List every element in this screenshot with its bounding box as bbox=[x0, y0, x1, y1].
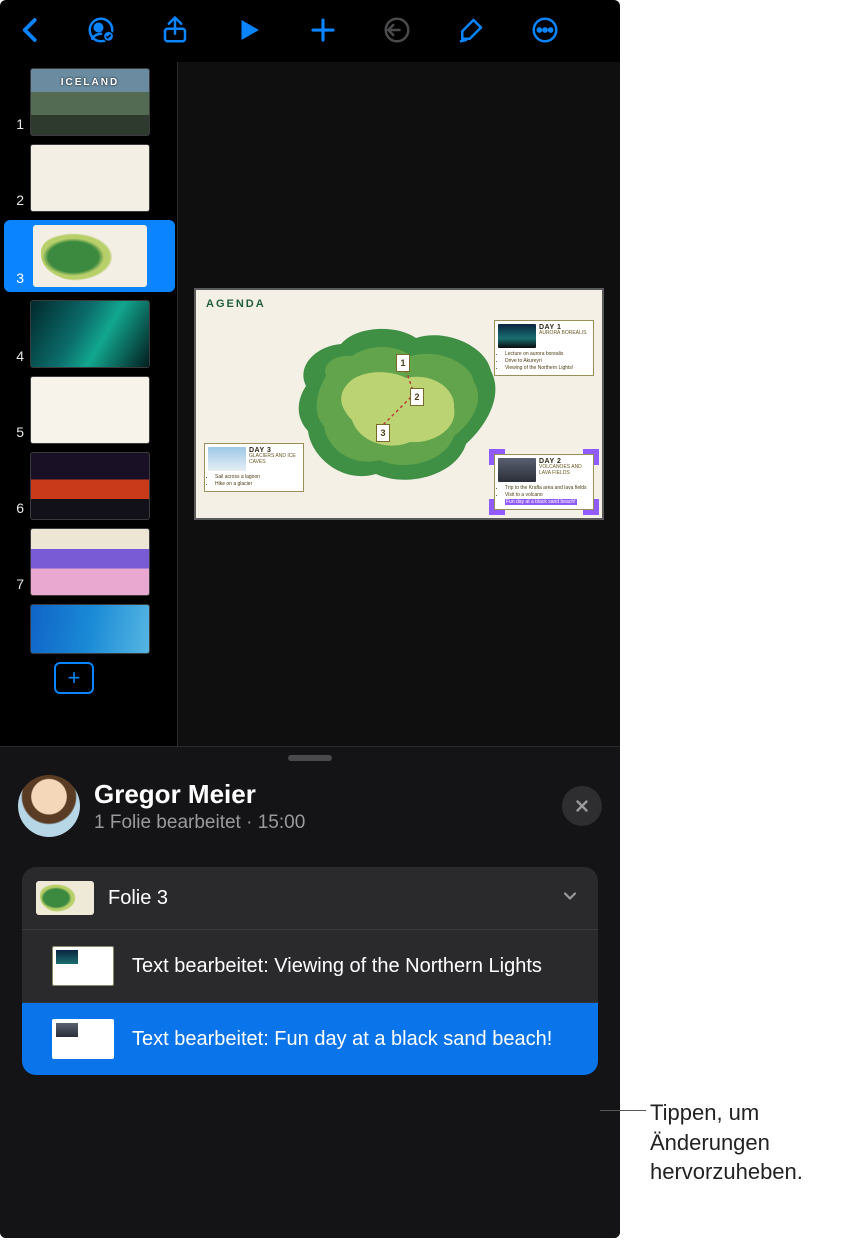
slide-thumb-1[interactable]: 1 bbox=[6, 68, 173, 136]
user-name: Gregor Meier bbox=[94, 779, 548, 810]
play-button[interactable] bbox=[232, 13, 266, 47]
change-item[interactable]: Text bearbeitet: Viewing of the Northern… bbox=[22, 930, 598, 1002]
activity-panel: Gregor Meier 1 Folie bearbeitet · 15:00 … bbox=[0, 746, 620, 1238]
format-button[interactable] bbox=[454, 13, 488, 47]
day2-card[interactable]: DAY 2 VOLCANOES AND LAVA FIELDS Trip to … bbox=[494, 454, 594, 510]
slide-title: AGENDA bbox=[206, 298, 266, 310]
slide-thumbnail[interactable] bbox=[30, 376, 150, 444]
selection-handle[interactable] bbox=[489, 449, 505, 465]
day2-bullet: Trip to the Krafla area and lava fields bbox=[505, 485, 590, 492]
change-item[interactable]: Text bearbeitet: Fun day at a black sand… bbox=[22, 1002, 598, 1075]
canvas-area[interactable]: AGENDA 1 2 3 DAY 1 AURORA BOR bbox=[178, 62, 620, 746]
slide-thumb-3[interactable]: 3 bbox=[4, 220, 175, 292]
change-text: Text bearbeitet: Viewing of the Northern… bbox=[132, 953, 542, 980]
route-marker: 3 bbox=[376, 424, 390, 442]
slide-number: 2 bbox=[6, 192, 24, 212]
day2-sub: VOLCANOES AND LAVA FIELDS bbox=[539, 465, 590, 476]
slide-thumb-8-partial[interactable] bbox=[30, 604, 173, 654]
slide-mini-thumb bbox=[36, 881, 94, 915]
day1-bullet: Viewing of the Northern Lights! bbox=[505, 365, 590, 372]
day1-bullet: Drive to Akureyri bbox=[505, 358, 590, 365]
summary-text: 1 Folie bearbeitet bbox=[94, 812, 241, 833]
change-text: Text bearbeitet: Fun day at a black sand… bbox=[132, 1026, 552, 1053]
day1-sub: AURORA BOREALIS bbox=[539, 331, 587, 337]
route-marker: 1 bbox=[396, 354, 410, 372]
separator: · bbox=[241, 812, 258, 833]
day1-bullet: Lecture on aurora borealis bbox=[505, 351, 590, 358]
slide-thumbnail[interactable] bbox=[30, 222, 150, 290]
slide-thumb-2[interactable]: 2 bbox=[6, 144, 173, 212]
slide-thumbnail[interactable] bbox=[30, 604, 150, 654]
slide-thumb-5[interactable]: 5 bbox=[6, 376, 173, 444]
selection-handle[interactable] bbox=[583, 449, 599, 465]
route-marker: 2 bbox=[410, 388, 424, 406]
changed-slide-row[interactable]: Folie 3 bbox=[22, 867, 598, 930]
toolbar-center-group bbox=[84, 13, 562, 47]
day2-bullet: Fun day at a black sand beach! bbox=[505, 499, 577, 505]
slide-number: 5 bbox=[6, 424, 24, 444]
slide-number: 3 bbox=[6, 270, 24, 290]
slide-number: 7 bbox=[6, 576, 24, 596]
keynote-app-window: 1 2 3 4 5 6 7 bbox=[0, 0, 620, 1238]
slide-thumbnail[interactable] bbox=[30, 300, 150, 368]
slide-thumb-7[interactable]: 7 bbox=[6, 528, 173, 596]
add-button[interactable] bbox=[306, 13, 340, 47]
back-button[interactable] bbox=[14, 13, 48, 47]
changed-slide-label: Folie 3 bbox=[108, 887, 560, 910]
slide-number: 6 bbox=[6, 500, 24, 520]
activity-time: 15:00 bbox=[258, 812, 306, 833]
day1-image bbox=[498, 324, 536, 348]
selection-handle[interactable] bbox=[583, 499, 599, 515]
close-button[interactable] bbox=[562, 786, 602, 826]
day1-card[interactable]: DAY 1 AURORA BOREALIS Lecture on aurora … bbox=[494, 320, 594, 376]
change-thumb bbox=[52, 1019, 114, 1059]
slide-thumbnail[interactable] bbox=[30, 144, 150, 212]
slide-thumbnail[interactable] bbox=[30, 452, 150, 520]
day3-image bbox=[208, 447, 246, 471]
add-slide-button[interactable]: + bbox=[54, 662, 94, 694]
activity-summary: 1 Folie bearbeitet · 15:00 bbox=[94, 812, 548, 834]
day3-bullet: Hike on a glacier bbox=[215, 481, 300, 488]
plus-icon: + bbox=[68, 665, 81, 691]
day3-sub: GLACIERS AND ICE CAVES bbox=[249, 454, 300, 465]
change-thumb bbox=[52, 946, 114, 986]
day3-card[interactable]: DAY 3 GLACIERS AND ICE CAVES Sail across… bbox=[204, 443, 304, 492]
slide-thumb-6[interactable]: 6 bbox=[6, 452, 173, 520]
undo-button[interactable] bbox=[380, 13, 414, 47]
selection-handle[interactable] bbox=[489, 499, 505, 515]
toolbar bbox=[0, 0, 620, 62]
slide-number: 4 bbox=[6, 348, 24, 368]
user-avatar bbox=[18, 775, 80, 837]
day3-bullet: Sail across a lagoon bbox=[215, 474, 300, 481]
slide-number: 1 bbox=[6, 116, 24, 136]
callout-leader-line bbox=[600, 1110, 646, 1111]
chevron-down-icon bbox=[560, 886, 580, 911]
more-button[interactable] bbox=[528, 13, 562, 47]
day2-bullet: Visit to a volcano bbox=[505, 492, 590, 499]
slide-thumb-4[interactable]: 4 bbox=[6, 300, 173, 368]
slide-navigator[interactable]: 1 2 3 4 5 6 7 bbox=[0, 62, 178, 746]
slide-canvas[interactable]: AGENDA 1 2 3 DAY 1 AURORA BOR bbox=[194, 288, 604, 520]
share-button[interactable] bbox=[158, 13, 192, 47]
callout-text: Tippen, um Änderungen hervorzuheben. bbox=[650, 1098, 860, 1187]
panel-header: Gregor Meier 1 Folie bearbeitet · 15:00 bbox=[0, 761, 620, 855]
collaborate-button[interactable] bbox=[84, 13, 118, 47]
slide-thumbnail[interactable] bbox=[30, 68, 150, 136]
close-icon bbox=[573, 797, 591, 815]
slide-thumbnail[interactable] bbox=[30, 528, 150, 596]
changes-card: Folie 3 Text bearbeitet: Viewing of the … bbox=[22, 867, 598, 1075]
editor-area: 1 2 3 4 5 6 7 bbox=[0, 62, 620, 746]
iceland-map bbox=[286, 316, 506, 494]
